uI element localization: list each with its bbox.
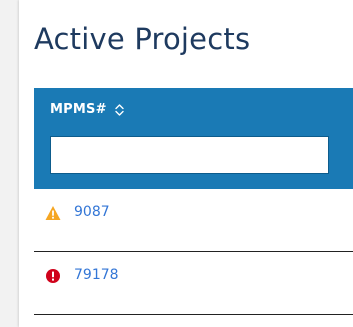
mpms-filter-input[interactable] [50, 136, 329, 174]
table-row: 9087 [34, 189, 353, 252]
table-header: MPMS# [34, 88, 353, 189]
project-link[interactable]: 79178 [74, 267, 119, 283]
mpms-column-header[interactable]: MPMS# [50, 102, 124, 117]
project-link[interactable]: 9087 [74, 204, 110, 220]
sort-up-down-icon[interactable] [114, 103, 124, 117]
warning-triangle-icon [45, 205, 61, 221]
mpms-column-label: MPMS# [50, 102, 107, 117]
error-circle-icon [45, 268, 61, 284]
active-projects-panel: Active Projects MPMS# 9087 79178 [19, 0, 353, 327]
page-title: Active Projects [34, 22, 251, 56]
table-row: 79178 [34, 252, 353, 315]
